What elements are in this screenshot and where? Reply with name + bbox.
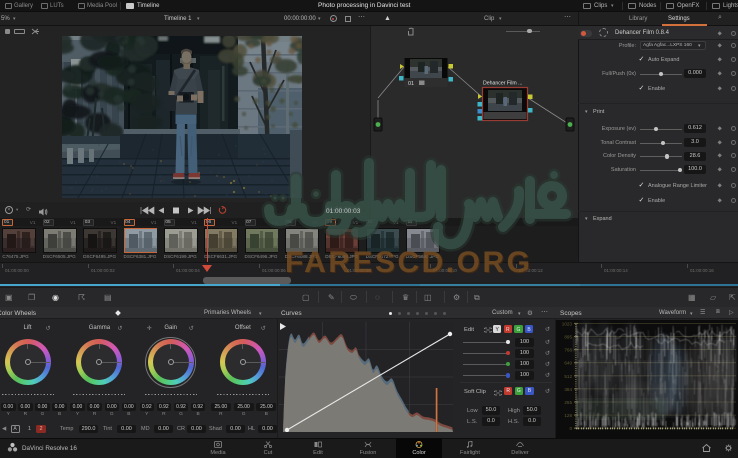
svg-text:01: 01 <box>408 81 414 87</box>
svg-text:Dehancer Film ...: Dehancer Film ... <box>483 81 523 87</box>
